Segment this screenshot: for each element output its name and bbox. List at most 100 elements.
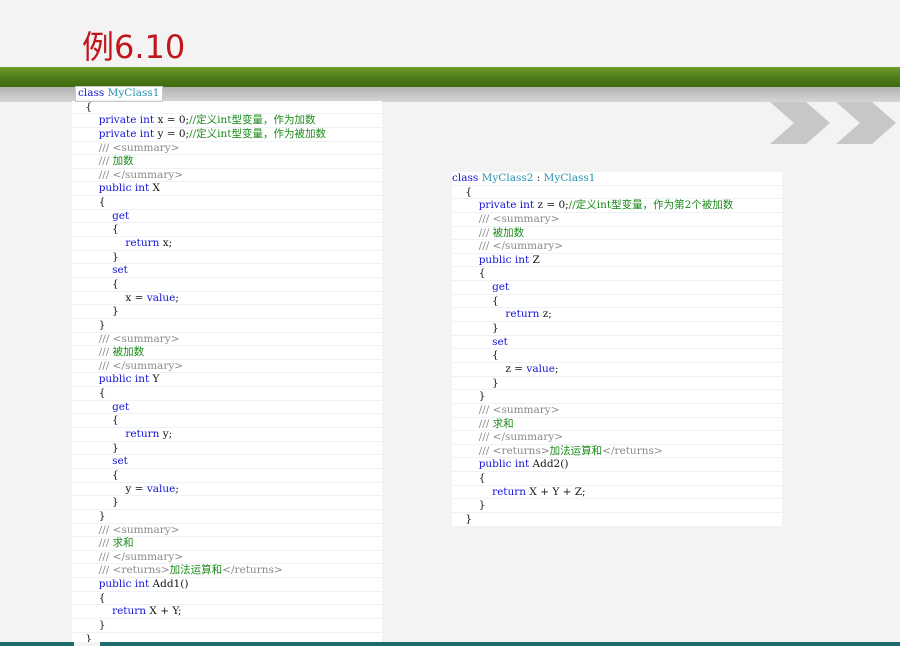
code-token: } — [72, 305, 119, 318]
code-line: return X + Y + Z; — [452, 485, 782, 500]
code-token: { — [72, 196, 106, 209]
code-token: } — [72, 318, 106, 331]
header-band-green — [0, 67, 900, 87]
code-token: y; — [159, 428, 173, 441]
code-line: private int z = 0;//定义int型变量，作为第2个被加数 — [452, 199, 782, 213]
code-token: { — [452, 294, 499, 307]
code-token: z; — [539, 308, 552, 321]
code-token: /// </summary> — [98, 168, 184, 181]
code-line: get — [72, 209, 382, 224]
code-line: y = value; — [72, 482, 382, 497]
code-token: /// <summary> — [98, 332, 180, 345]
code-token: MyClass1 — [107, 87, 160, 99]
code-token: } — [72, 250, 119, 263]
code-line: { — [452, 349, 782, 363]
code-token: Y — [149, 373, 160, 386]
code-line: /// </summary> — [72, 168, 382, 183]
code-token: } — [452, 513, 473, 526]
code-token: z = — [452, 362, 527, 375]
code-token: get — [112, 209, 130, 222]
code-token: X + Y + Z; — [526, 485, 586, 498]
code-token: </returns> — [222, 564, 283, 577]
code-token: y = 0; — [154, 127, 190, 140]
code-token: public int — [478, 458, 530, 471]
code-line: /// <returns>加法运算和</returns> — [452, 444, 782, 459]
code-token: public int — [98, 182, 150, 195]
code-line: /// <summary> — [452, 403, 782, 418]
code-token: get — [112, 400, 130, 413]
code-line: { — [72, 196, 382, 210]
code-token: //定义int型变量，作为被加数 — [189, 127, 326, 140]
code-token: /// <summary> — [478, 212, 560, 225]
code-token: /// <summary> — [98, 141, 180, 154]
code-line: public int Z — [452, 253, 782, 268]
code-token: /// <returns> — [98, 564, 170, 577]
code-token: x; — [159, 237, 173, 250]
code-line: } — [72, 318, 382, 333]
code-line: } — [452, 513, 782, 527]
code-token: { — [72, 387, 106, 400]
code-token: /// </summary> — [98, 550, 184, 563]
code-line: } — [72, 250, 382, 265]
code-token: { — [72, 591, 106, 604]
code-line: /// <summary> — [452, 212, 782, 227]
code-token: value — [146, 291, 176, 304]
code-token: //定义int型变量，作为加数 — [189, 114, 316, 127]
code-token: { — [72, 277, 119, 290]
code-token: X + Y; — [146, 605, 182, 618]
code-line: { — [452, 185, 782, 200]
code-line: /// </summary> — [72, 359, 382, 374]
code-token: set — [112, 455, 128, 468]
code-token: private int — [478, 199, 535, 212]
code-token: return — [125, 237, 160, 250]
code-line: class MyClass1 — [75, 86, 163, 102]
code-token: 加数 — [112, 155, 134, 168]
code-token: return — [505, 308, 540, 321]
code-token: } — [72, 509, 106, 522]
code-token: MyClass2 — [481, 172, 534, 184]
code-line: /// 被加数 — [452, 226, 782, 241]
code-token: private int — [98, 127, 155, 140]
code-token: ; — [175, 291, 179, 304]
code-line: /// <returns>加法运算和</returns> — [72, 564, 382, 579]
code-line: get — [72, 400, 382, 415]
code-token: /// — [478, 226, 493, 239]
code-token: : — [533, 172, 544, 184]
code-token: { — [452, 349, 499, 362]
code-token: /// — [478, 417, 493, 430]
code-line: return y; — [72, 428, 382, 442]
slide-title: 例6.10 — [82, 28, 186, 66]
code-token: value — [146, 482, 176, 495]
code-line: { — [72, 591, 382, 606]
code-token: set — [112, 264, 128, 277]
code-token: private int — [98, 114, 155, 127]
code-line: set — [72, 264, 382, 278]
code-token: 求和 — [112, 537, 134, 550]
code-token: { — [72, 100, 93, 113]
code-line: /// 求和 — [72, 537, 382, 551]
code-token: x = — [72, 291, 147, 304]
code-block-myclass1: class MyClass1 { private int x = 0;//定义i… — [72, 86, 382, 646]
code-line: private int y = 0;//定义int型变量，作为被加数 — [72, 127, 382, 142]
code-line: /// </summary> — [72, 550, 382, 565]
code-line: get — [452, 281, 782, 295]
code-line: } — [72, 441, 382, 456]
